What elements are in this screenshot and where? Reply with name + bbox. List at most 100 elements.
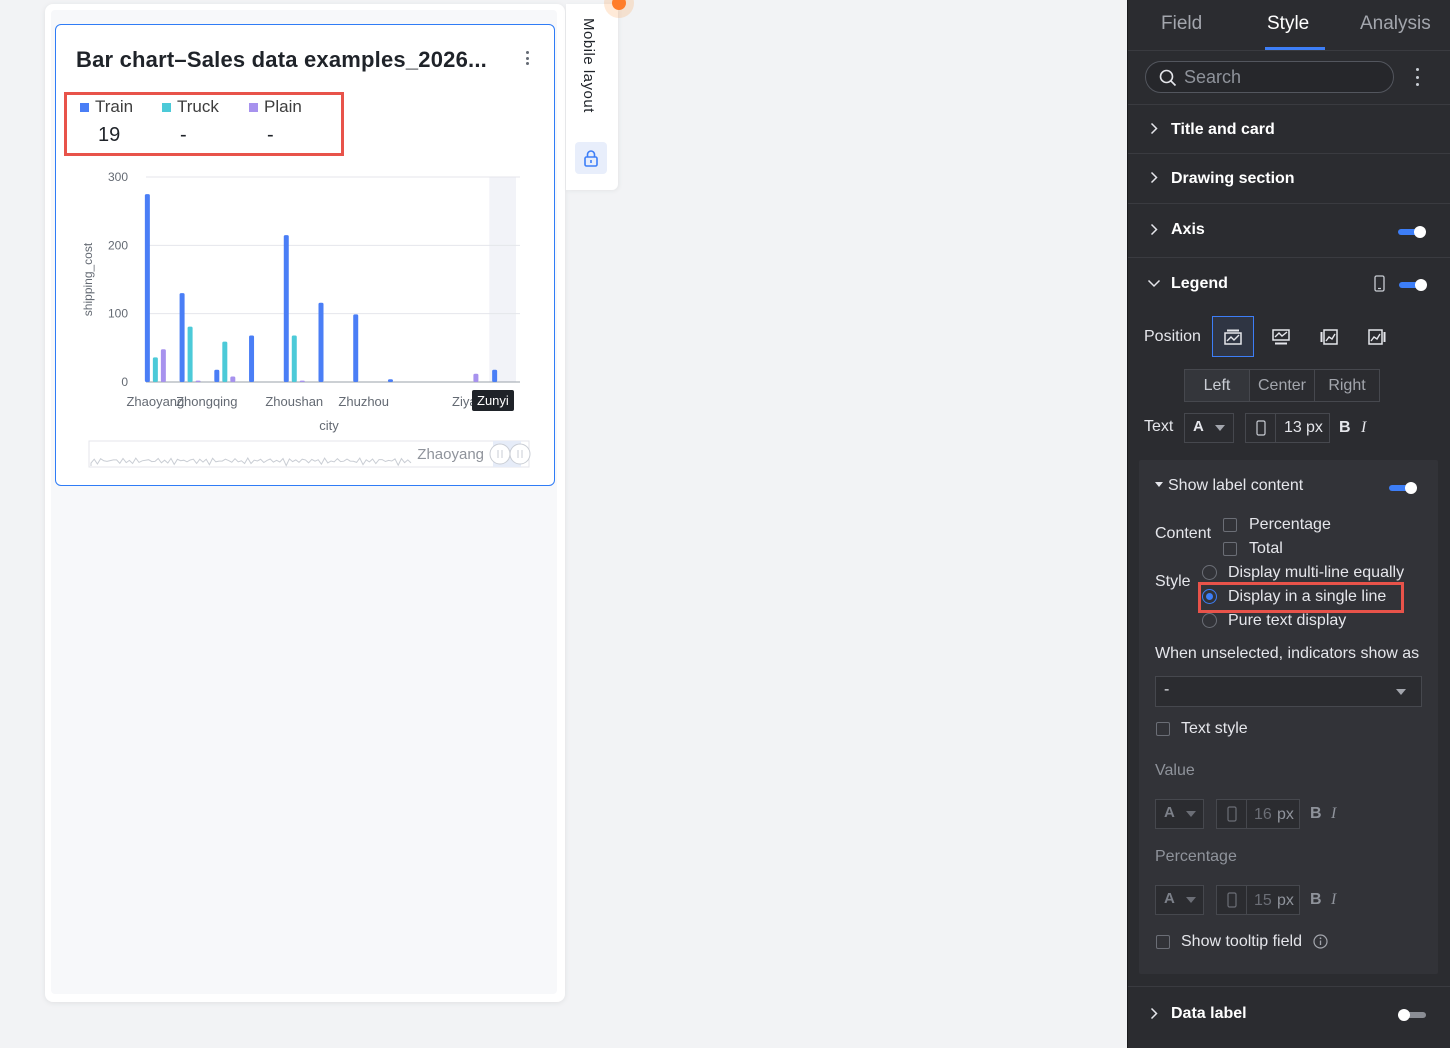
style-multiline-radio[interactable] xyxy=(1202,565,1217,580)
chevron-down-icon[interactable] xyxy=(1147,279,1161,288)
unselected-indicator-select[interactable]: - xyxy=(1155,676,1422,707)
search-input[interactable] xyxy=(1184,66,1384,88)
mobile-layout-tab[interactable]: Mobile layout xyxy=(566,4,618,190)
zoom-slider-label: Zhaoyang xyxy=(417,446,484,463)
tooltip-field-checkbox[interactable] xyxy=(1156,935,1170,949)
unselected-indicator-value: - xyxy=(1164,681,1170,698)
text-style-label: Text style xyxy=(1181,720,1248,737)
legend-left-icon xyxy=(1320,328,1338,345)
legend-right-icon xyxy=(1368,328,1386,345)
italic-button[interactable]: I xyxy=(1361,419,1366,437)
total-option-label: Total xyxy=(1249,540,1283,557)
position-bottom-button[interactable] xyxy=(1260,316,1302,357)
percentage-italic-button[interactable]: I xyxy=(1331,891,1336,909)
section-title-card-label: Title and card xyxy=(1171,121,1275,138)
chevron-right-icon xyxy=(1150,1007,1158,1020)
bar xyxy=(473,373,479,382)
tab-style[interactable]: Style xyxy=(1267,13,1309,35)
legend-bottom-icon xyxy=(1272,328,1290,344)
align-group: Left Center Right xyxy=(1184,369,1380,402)
section-drawing[interactable]: Drawing section xyxy=(1128,153,1450,203)
font-size-unit: px xyxy=(1306,419,1323,436)
chart-tooltip: Zunyi xyxy=(472,390,514,411)
bar xyxy=(152,357,158,382)
chevron-right-icon xyxy=(1150,223,1158,236)
chart-card[interactable]: Bar chart–Sales data examples_2026... Tr… xyxy=(55,24,555,486)
align-center-button[interactable]: Center xyxy=(1250,370,1315,401)
bar-chart[interactable]: 0 100 200 300 shipping_cost Zhaoyang Zhongqing… xyxy=(56,25,556,487)
lock-icon[interactable] xyxy=(575,142,607,174)
align-left-button[interactable]: Left xyxy=(1185,370,1250,401)
content-label: Content xyxy=(1155,525,1212,542)
bar xyxy=(299,380,305,382)
font-size-value: 13 xyxy=(1284,419,1302,436)
font-size-input[interactable]: 13 px xyxy=(1245,413,1330,443)
total-checkbox[interactable] xyxy=(1223,542,1237,556)
bar xyxy=(160,349,166,382)
tab-field[interactable]: Field xyxy=(1161,13,1202,35)
section-legend[interactable] xyxy=(1128,257,1450,258)
position-label: Position xyxy=(1144,328,1201,345)
chevron-right-icon xyxy=(1150,171,1158,184)
zoom-handle-icon[interactable] xyxy=(509,443,531,465)
position-right-button[interactable] xyxy=(1356,316,1398,357)
bar xyxy=(387,379,393,382)
legend-top-icon xyxy=(1224,329,1242,345)
value-size-unit: px xyxy=(1277,806,1294,823)
info-icon[interactable] xyxy=(1313,934,1328,949)
section-legend-label: Legend xyxy=(1171,275,1228,292)
percentage-size-input[interactable]: 15 px xyxy=(1216,885,1300,915)
section-axis[interactable]: Axis xyxy=(1128,203,1450,257)
percentage-style-label: Percentage xyxy=(1155,848,1237,865)
zoom-handle-icon[interactable] xyxy=(489,443,511,465)
bar xyxy=(214,369,220,382)
section-data-label-label: Data label xyxy=(1171,1005,1247,1022)
data-label-toggle[interactable] xyxy=(1398,1009,1426,1021)
font-color-value: A xyxy=(1193,418,1204,435)
search-box[interactable] xyxy=(1145,61,1394,93)
axis-toggle[interactable] xyxy=(1398,226,1426,238)
mobile-device-icon[interactable] xyxy=(1374,275,1385,292)
text-style-checkbox[interactable] xyxy=(1156,722,1170,736)
style-pure-text-radio[interactable] xyxy=(1202,613,1217,628)
bar xyxy=(222,341,228,382)
show-label-content-toggle[interactable] xyxy=(1389,482,1417,494)
value-size-value: 16 xyxy=(1254,806,1272,823)
style-single-line-radio[interactable] xyxy=(1202,589,1217,604)
percentage-checkbox[interactable] xyxy=(1223,518,1237,532)
bar xyxy=(492,369,498,382)
align-right-button[interactable]: Right xyxy=(1315,370,1379,401)
tab-analysis[interactable]: Analysis xyxy=(1360,13,1431,35)
percentage-bold-button[interactable]: B xyxy=(1310,891,1322,909)
section-data-label[interactable]: Data label xyxy=(1128,986,1450,1040)
y-tick-label: 100 xyxy=(108,307,128,321)
section-title-card[interactable]: Title and card xyxy=(1128,104,1450,153)
legend-toggle[interactable] xyxy=(1399,279,1427,291)
style-single-line-label: Display in a single line xyxy=(1228,588,1387,605)
style-multiline-label: Display multi-line equally xyxy=(1228,564,1405,581)
bar xyxy=(195,380,201,382)
panel-more-icon[interactable] xyxy=(1414,68,1420,86)
caret-down-icon[interactable] xyxy=(1155,482,1163,488)
style-pure-text-label: Pure text display xyxy=(1228,612,1347,629)
position-top-button[interactable] xyxy=(1212,316,1254,357)
value-color-select[interactable]: A xyxy=(1155,799,1204,829)
style-panel: Field Style Analysis Title and card Draw… xyxy=(1127,0,1450,1048)
mobile-device-icon xyxy=(1227,806,1237,822)
value-bold-button[interactable]: B xyxy=(1310,805,1322,823)
value-italic-button[interactable]: I xyxy=(1331,805,1336,823)
caret-down-icon xyxy=(1396,689,1406,695)
percentage-color-value: A xyxy=(1164,890,1175,907)
value-color-value: A xyxy=(1164,804,1175,821)
bar xyxy=(291,335,297,382)
text-label: Text xyxy=(1144,418,1174,435)
value-label: Value xyxy=(1155,762,1195,779)
section-axis-label: Axis xyxy=(1171,221,1205,238)
y-tick-label: 200 xyxy=(108,238,128,252)
percentage-color-select[interactable]: A xyxy=(1155,885,1204,915)
value-size-input[interactable]: 16 px xyxy=(1216,799,1300,829)
bold-button[interactable]: B xyxy=(1339,419,1351,437)
font-color-select[interactable]: A xyxy=(1184,413,1234,443)
position-left-button[interactable] xyxy=(1308,316,1350,357)
x-tick-label: Zhoushan xyxy=(265,394,323,409)
